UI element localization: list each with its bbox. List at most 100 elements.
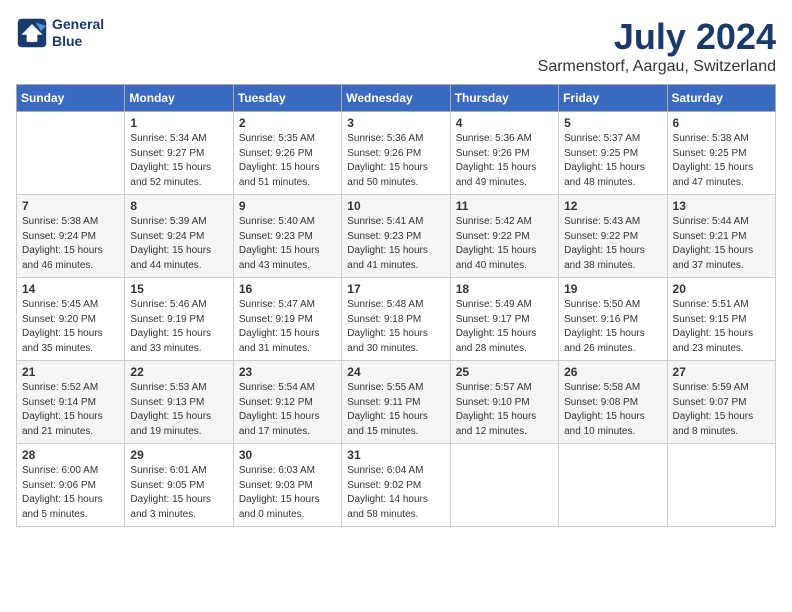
calendar-week-row: 14 Sunrise: 5:45 AM Sunset: 9:20 PM Dayli… (17, 278, 776, 361)
calendar-cell: 6Sunrise: 5:38 AM Sunset: 9:25 PM Daylig… (667, 112, 775, 195)
weekday-header: Sunday (17, 85, 125, 112)
calendar-cell: 13Sunrise: 5:44 AM Sunset: 9:21 PM Dayli… (667, 195, 775, 278)
calendar-cell: 17 Sunrise: 5:48 AM Sunset: 9:18 PM Dayli… (342, 278, 450, 361)
day-number: 9 (239, 199, 336, 213)
weekday-header: Thursday (450, 85, 558, 112)
logo-text: General Blue (52, 16, 104, 50)
calendar-cell: 12Sunrise: 5:43 AM Sunset: 9:22 PM Dayli… (559, 195, 667, 278)
day-info: Sunrise: 5:53 AM Sunset: 9:13 PM Dayligh… (130, 381, 227, 439)
calendar-table: SundayMondayTuesdayWednesdayThursdayFrid… (16, 84, 776, 527)
calendar-cell: 23 Sunrise: 5:54 AM Sunset: 9:12 PM Dayli… (233, 361, 341, 444)
day-info: Sunrise: 5:47 AM Sunset: 9:19 PM Dayligh… (239, 298, 336, 356)
calendar-cell: 2 Sunrise: 5:35 AM Sunset: 9:26 PM Daylig… (233, 112, 341, 195)
day-info: Sunrise: 5:36 AM Sunset: 9:26 PM Dayligh… (347, 132, 444, 190)
weekday-header: Wednesday (342, 85, 450, 112)
calendar-cell: 16 Sunrise: 5:47 AM Sunset: 9:19 PM Dayli… (233, 278, 341, 361)
calendar-cell (667, 444, 775, 527)
weekday-header: Saturday (667, 85, 775, 112)
day-info: Sunrise: 5:42 AM Sunset: 9:22 PM Dayligh… (456, 215, 553, 273)
calendar-cell: 9 Sunrise: 5:40 AM Sunset: 9:23 PM Daylig… (233, 195, 341, 278)
day-info: Sunrise: 5:34 AM Sunset: 9:27 PM Dayligh… (130, 132, 227, 190)
day-info: Sunrise: 5:51 AM Sunset: 9:15 PM Dayligh… (673, 298, 770, 356)
day-info: Sunrise: 5:36 AM Sunset: 9:26 PM Dayligh… (456, 132, 553, 190)
day-info: Sunrise: 5:46 AM Sunset: 9:19 PM Dayligh… (130, 298, 227, 356)
day-number: 16 (239, 282, 336, 296)
day-info: Sunrise: 5:52 AM Sunset: 9:14 PM Dayligh… (22, 381, 119, 439)
day-number: 30 (239, 448, 336, 462)
day-info: Sunrise: 5:39 AM Sunset: 9:24 PM Dayligh… (130, 215, 227, 273)
day-number: 28 (22, 448, 119, 462)
calendar-week-row: 7 Sunrise: 5:38 AM Sunset: 9:24 PM Daylig… (17, 195, 776, 278)
day-number: 7 (22, 199, 119, 213)
calendar-week-row: 28 Sunrise: 6:00 AM Sunset: 9:06 PM Dayli… (17, 444, 776, 527)
calendar-cell: 26 Sunrise: 5:58 AM Sunset: 9:08 PM Dayli… (559, 361, 667, 444)
day-number: 17 (347, 282, 444, 296)
day-info: Sunrise: 6:01 AM Sunset: 9:05 PM Dayligh… (130, 464, 227, 522)
weekday-header: Friday (559, 85, 667, 112)
day-info: Sunrise: 6:00 AM Sunset: 9:06 PM Dayligh… (22, 464, 119, 522)
calendar-cell: 1 Sunrise: 5:34 AM Sunset: 9:27 PM Daylig… (125, 112, 233, 195)
day-info: Sunrise: 5:41 AM Sunset: 9:23 PM Dayligh… (347, 215, 444, 273)
logo: General Blue (16, 16, 104, 50)
title-area: July 2024 Sarmenstorf, Aargau, Switzerla… (538, 16, 776, 76)
day-info: Sunrise: 5:54 AM Sunset: 9:12 PM Dayligh… (239, 381, 336, 439)
calendar-cell: 28 Sunrise: 6:00 AM Sunset: 9:06 PM Dayli… (17, 444, 125, 527)
day-number: 5 (564, 116, 661, 130)
day-number: 6 (673, 116, 770, 130)
calendar-cell (559, 444, 667, 527)
day-number: 14 (22, 282, 119, 296)
weekday-header: Tuesday (233, 85, 341, 112)
calendar-cell: 15 Sunrise: 5:46 AM Sunset: 9:19 PM Dayli… (125, 278, 233, 361)
calendar-cell: 8Sunrise: 5:39 AM Sunset: 9:24 PM Daylig… (125, 195, 233, 278)
day-number: 19 (564, 282, 661, 296)
day-info: Sunrise: 5:38 AM Sunset: 9:24 PM Dayligh… (22, 215, 119, 273)
day-number: 21 (22, 365, 119, 379)
day-number: 24 (347, 365, 444, 379)
calendar-cell: 14 Sunrise: 5:45 AM Sunset: 9:20 PM Dayli… (17, 278, 125, 361)
day-number: 4 (456, 116, 553, 130)
day-number: 25 (456, 365, 553, 379)
day-number: 27 (673, 365, 770, 379)
day-number: 15 (130, 282, 227, 296)
day-number: 23 (239, 365, 336, 379)
weekday-header-row: SundayMondayTuesdayWednesdayThursdayFrid… (17, 85, 776, 112)
day-info: Sunrise: 5:59 AM Sunset: 9:07 PM Dayligh… (673, 381, 770, 439)
day-info: Sunrise: 6:03 AM Sunset: 9:03 PM Dayligh… (239, 464, 336, 522)
weekday-header: Monday (125, 85, 233, 112)
calendar-cell: 22Sunrise: 5:53 AM Sunset: 9:13 PM Dayli… (125, 361, 233, 444)
day-number: 3 (347, 116, 444, 130)
day-number: 26 (564, 365, 661, 379)
day-info: Sunrise: 5:45 AM Sunset: 9:20 PM Dayligh… (22, 298, 119, 356)
calendar-cell (450, 444, 558, 527)
calendar-cell: 20 Sunrise: 5:51 AM Sunset: 9:15 PM Dayli… (667, 278, 775, 361)
day-number: 20 (673, 282, 770, 296)
day-number: 13 (673, 199, 770, 213)
month-year-title: July 2024 (538, 16, 776, 58)
day-number: 2 (239, 116, 336, 130)
logo-icon (16, 17, 48, 49)
calendar-week-row: 1 Sunrise: 5:34 AM Sunset: 9:27 PM Daylig… (17, 112, 776, 195)
calendar-cell: 24Sunrise: 5:55 AM Sunset: 9:11 PM Dayli… (342, 361, 450, 444)
calendar-cell: 18Sunrise: 5:49 AM Sunset: 9:17 PM Dayli… (450, 278, 558, 361)
day-number: 18 (456, 282, 553, 296)
day-info: Sunrise: 5:40 AM Sunset: 9:23 PM Dayligh… (239, 215, 336, 273)
location-subtitle: Sarmenstorf, Aargau, Switzerland (538, 58, 776, 76)
day-number: 11 (456, 199, 553, 213)
calendar-cell: 3 Sunrise: 5:36 AM Sunset: 9:26 PM Daylig… (342, 112, 450, 195)
day-info: Sunrise: 5:37 AM Sunset: 9:25 PM Dayligh… (564, 132, 661, 190)
calendar-cell: 4 Sunrise: 5:36 AM Sunset: 9:26 PM Daylig… (450, 112, 558, 195)
page-header: General Blue July 2024 Sarmenstorf, Aarg… (16, 16, 776, 76)
day-info: Sunrise: 5:48 AM Sunset: 9:18 PM Dayligh… (347, 298, 444, 356)
day-number: 31 (347, 448, 444, 462)
day-number: 10 (347, 199, 444, 213)
day-number: 1 (130, 116, 227, 130)
day-info: Sunrise: 5:35 AM Sunset: 9:26 PM Dayligh… (239, 132, 336, 190)
day-info: Sunrise: 5:58 AM Sunset: 9:08 PM Dayligh… (564, 381, 661, 439)
calendar-cell: 30 Sunrise: 6:03 AM Sunset: 9:03 PM Dayli… (233, 444, 341, 527)
day-info: Sunrise: 5:57 AM Sunset: 9:10 PM Dayligh… (456, 381, 553, 439)
calendar-cell: 11 Sunrise: 5:42 AM Sunset: 9:22 PM Dayli… (450, 195, 558, 278)
calendar-cell: 10 Sunrise: 5:41 AM Sunset: 9:23 PM Dayli… (342, 195, 450, 278)
calendar-cell: 27 Sunrise: 5:59 AM Sunset: 9:07 PM Dayli… (667, 361, 775, 444)
day-number: 12 (564, 199, 661, 213)
calendar-cell: 5 Sunrise: 5:37 AM Sunset: 9:25 PM Daylig… (559, 112, 667, 195)
